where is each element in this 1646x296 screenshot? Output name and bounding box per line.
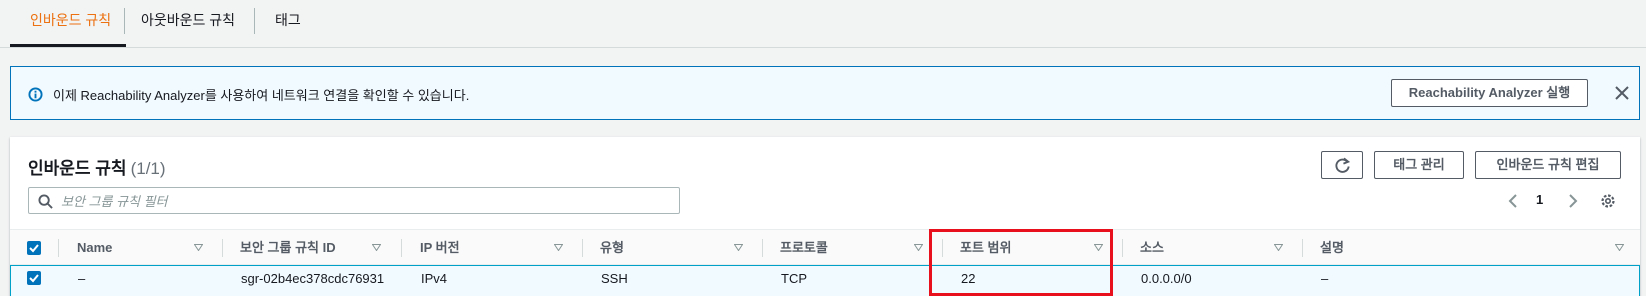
tab-divider [124, 8, 125, 34]
column-divider [222, 239, 223, 257]
check-icon [29, 274, 39, 283]
active-tab-indicator [10, 44, 126, 47]
close-icon[interactable] [1611, 82, 1633, 104]
refresh-icon [1335, 157, 1351, 173]
tab-tags[interactable]: 태그 [275, 0, 301, 47]
info-banner: 이제 Reachability Analyzer를 사용하여 네트워크 연결을 … [10, 66, 1640, 120]
cell-type: SSH [601, 271, 628, 286]
column-header-source[interactable]: 소스 [1140, 230, 1164, 266]
cell-description: – [1321, 271, 1329, 286]
search-icon [38, 194, 53, 209]
tab-inbound-rules[interactable]: 인바운드 규칙 [30, 0, 111, 47]
sort-icon[interactable] [1274, 244, 1283, 251]
table-header: Name 보안 그룹 규칙 ID IP 버전 유형 프로토콜 포트 범위 소스 … [10, 229, 1640, 265]
sort-icon[interactable] [194, 244, 203, 251]
panel-title-text: 인바운드 규칙 [28, 159, 127, 178]
info-icon [28, 87, 43, 102]
row-checkbox[interactable] [27, 271, 41, 285]
sort-icon[interactable] [1615, 244, 1624, 251]
manage-tags-button[interactable]: 태그 관리 [1374, 151, 1464, 179]
cell-ip-version: IPv4 [421, 271, 448, 286]
sort-icon[interactable] [914, 244, 923, 251]
edit-inbound-rules-button[interactable]: 인바운드 규칙 편집 [1475, 151, 1621, 179]
column-header-description[interactable]: 설명 [1320, 230, 1344, 266]
column-divider [58, 239, 59, 257]
cell-source: 0.0.0.0/0 [1141, 271, 1192, 286]
column-header-ip-version[interactable]: IP 버전 [420, 230, 460, 266]
sort-icon[interactable] [554, 244, 563, 251]
sort-icon[interactable] [372, 244, 381, 251]
column-divider [401, 239, 402, 257]
column-divider [1122, 239, 1123, 257]
tab-bar: 인바운드 규칙 아웃바운드 규칙 태그 [0, 0, 1646, 48]
column-header-protocol[interactable]: 프로토콜 [780, 230, 828, 266]
filter-field[interactable] [28, 187, 680, 214]
chevron-left-icon[interactable] [1507, 193, 1519, 209]
cell-protocol: TCP [781, 271, 807, 286]
select-all-checkbox[interactable] [27, 241, 41, 255]
banner-message: 이제 Reachability Analyzer를 사용하여 네트워크 연결을 … [53, 88, 470, 103]
port-range-highlight [929, 229, 1113, 296]
tab-outbound-rules[interactable]: 아웃바운드 규칙 [141, 0, 235, 47]
reachability-analyzer-button[interactable]: Reachability Analyzer 실행 [1391, 79, 1588, 107]
chevron-right-icon[interactable] [1567, 193, 1579, 209]
column-header-name[interactable]: Name [77, 230, 112, 266]
table-row[interactable]: – sgr-02b4ec378cdc76931 IPv4 SSH TCP 22 … [10, 265, 1640, 296]
gear-icon[interactable] [1599, 192, 1617, 210]
cell-rule-id: sgr-02b4ec378cdc76931 [241, 271, 385, 286]
tab-divider [254, 8, 255, 34]
column-divider [1302, 239, 1303, 257]
column-header-type[interactable]: 유형 [600, 230, 624, 266]
rule-count: (1/1) [130, 159, 166, 178]
column-divider [582, 239, 583, 257]
column-divider [762, 239, 763, 257]
refresh-button[interactable] [1321, 151, 1363, 179]
sort-icon[interactable] [734, 244, 743, 251]
inbound-rules-panel: 인바운드 규칙(1/1) 태그 관리 인바운드 규칙 편집 1 Name [10, 137, 1640, 296]
filter-input[interactable] [61, 191, 661, 211]
check-icon [29, 244, 39, 253]
current-page[interactable]: 1 [1536, 192, 1543, 207]
column-header-rule-id[interactable]: 보안 그룹 규칙 ID [240, 230, 336, 266]
panel-title: 인바운드 규칙 (1/1) [28, 154, 166, 179]
cell-name: – [78, 271, 86, 286]
